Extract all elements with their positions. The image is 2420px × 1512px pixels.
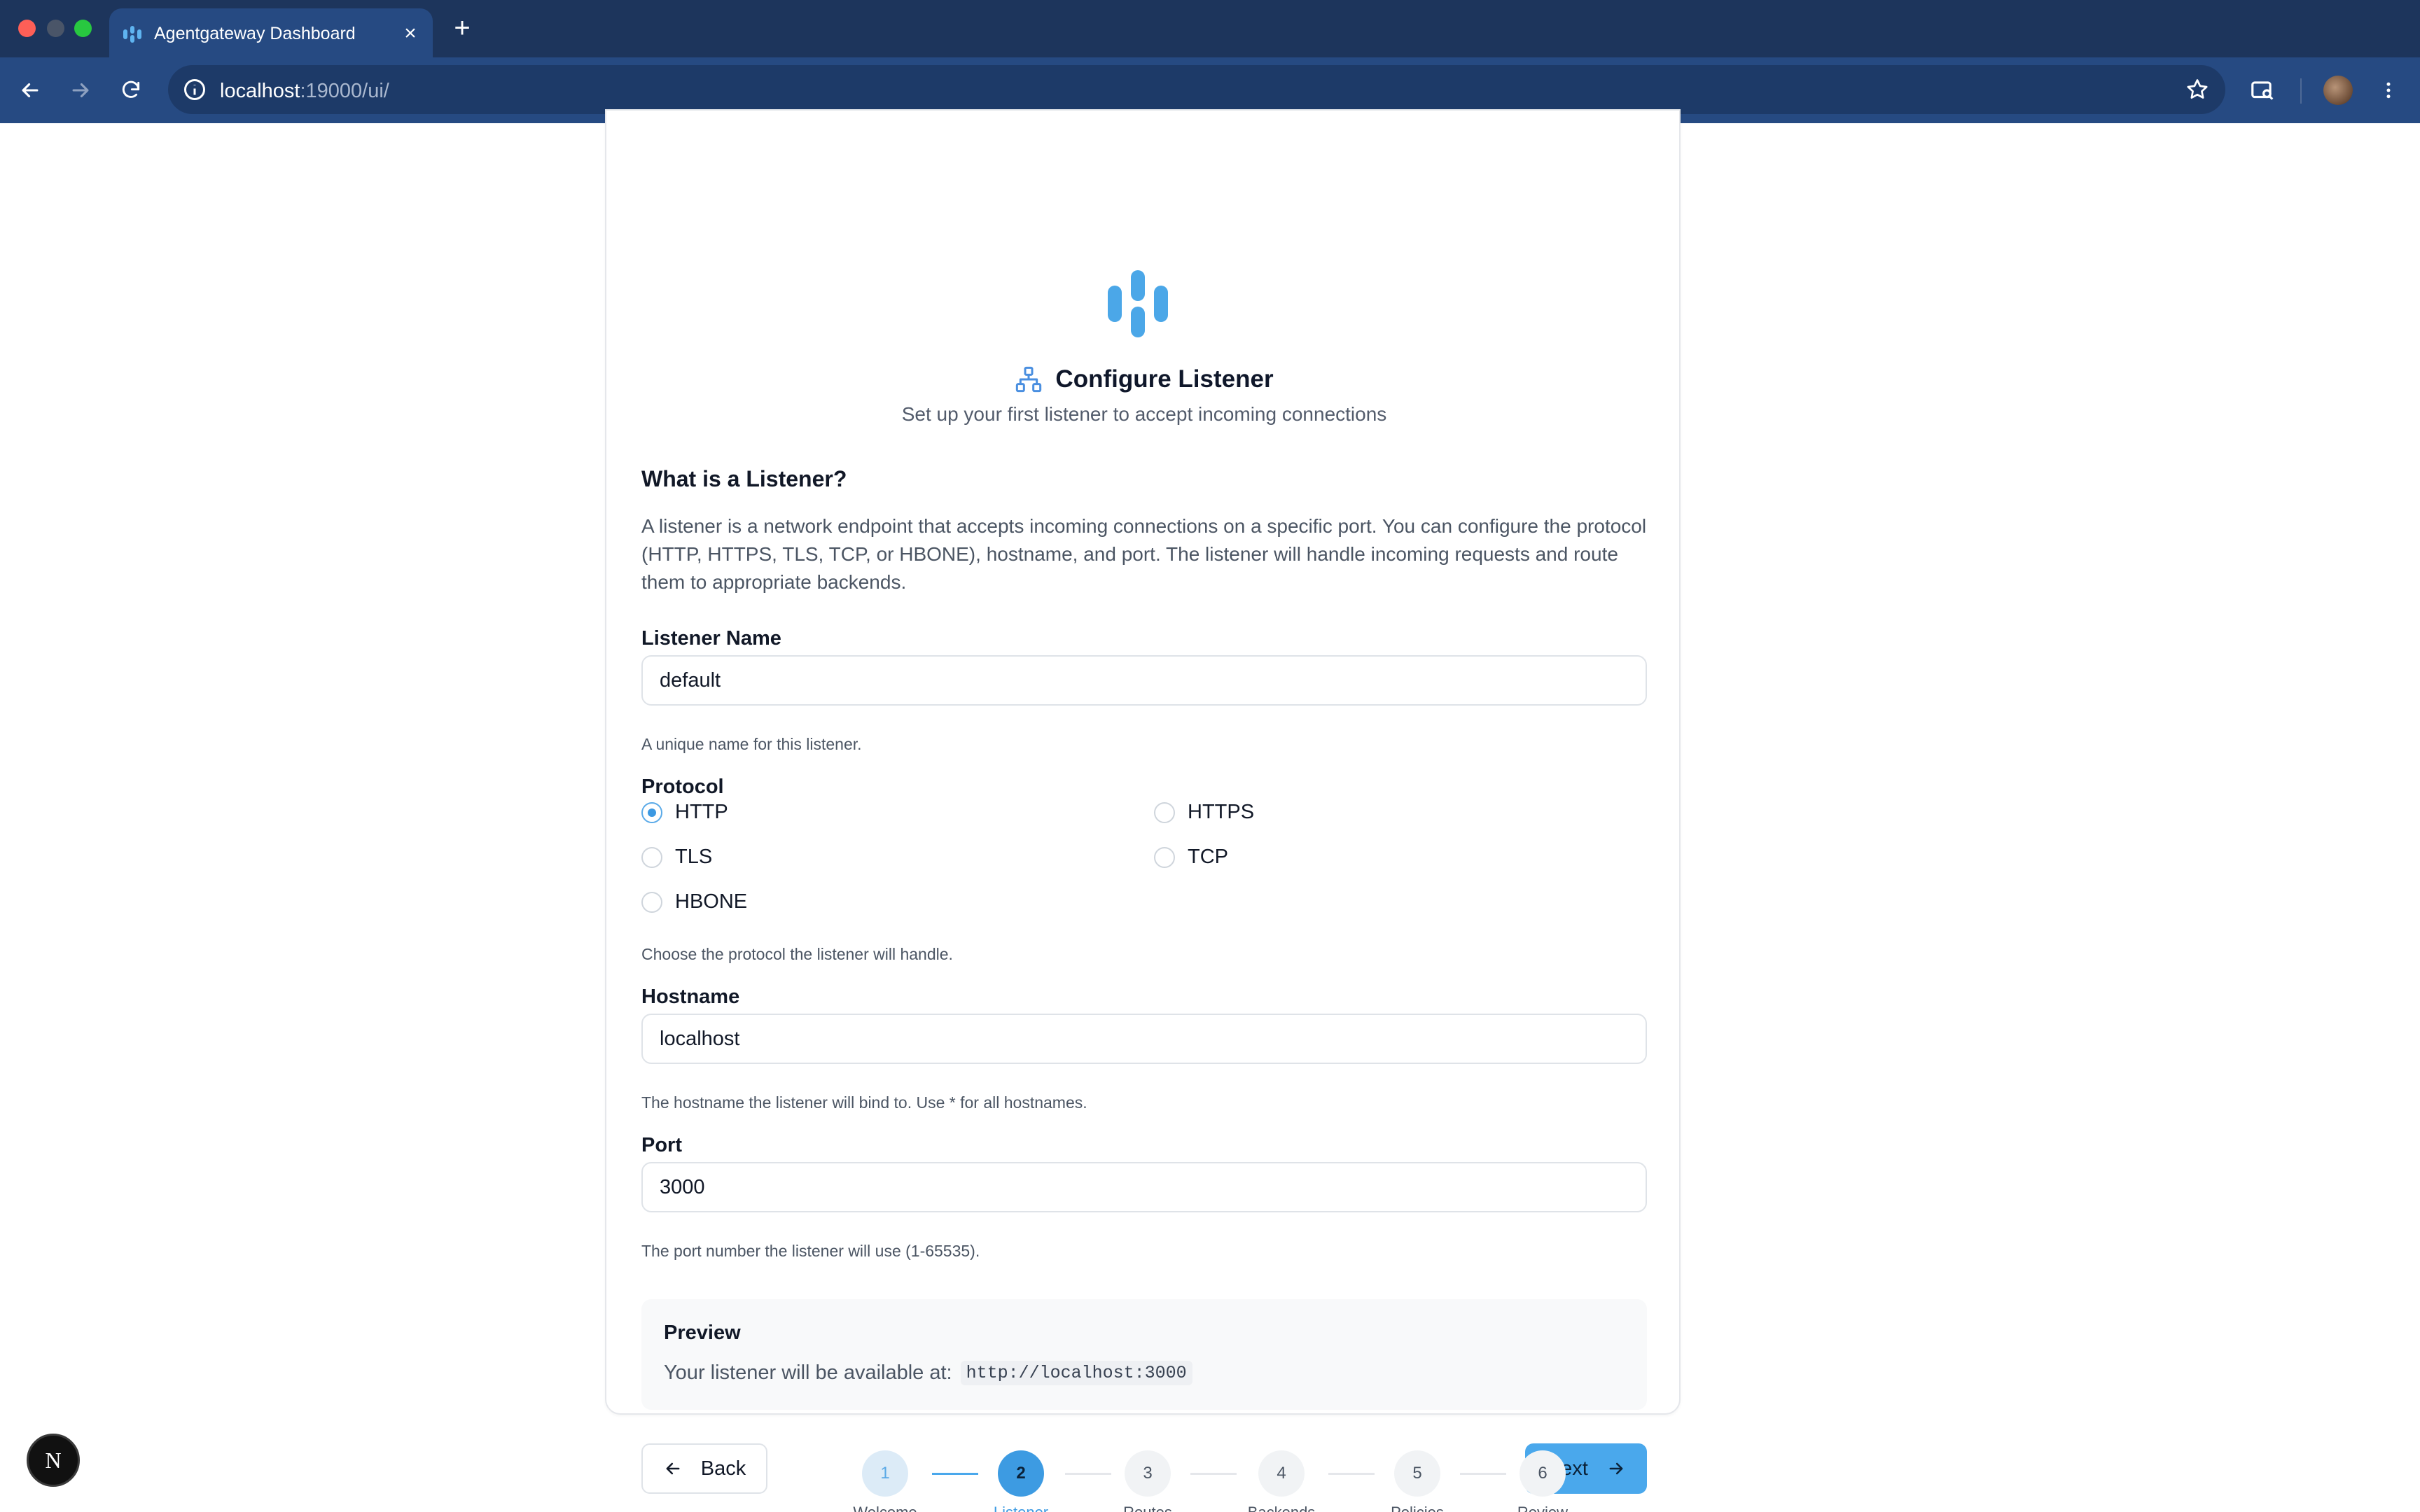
step-2-circle[interactable]: 2 [998, 1450, 1044, 1497]
port-input[interactable]: 3000 [641, 1162, 1647, 1212]
back-button[interactable]: Back [641, 1443, 767, 1494]
preview-panel: Preview Your listener will be available … [641, 1299, 1647, 1410]
step-4-label: Backends [1225, 1504, 1337, 1512]
card-heading: Configure Listener [606, 365, 1682, 393]
address-bar[interactable]: localhost:19000/ui/ [168, 65, 2225, 114]
setup-wizard-card: Configure Listener Set up your first lis… [605, 109, 1682, 1494]
step-6-label: Review [1487, 1504, 1599, 1512]
port-help: The port number the listener will use (1… [641, 1242, 980, 1260]
protocol-label: Protocol [641, 776, 724, 798]
radio-button[interactable] [641, 802, 662, 823]
preview-text: Your listener will be available at: http… [664, 1361, 1192, 1385]
step-connector [1065, 1473, 1111, 1475]
step-connector [932, 1473, 978, 1475]
back-button-label: Back [700, 1457, 746, 1480]
tab-search-button[interactable] [2245, 73, 2280, 108]
back-nav-button[interactable] [13, 73, 48, 108]
toolbar-separator [2300, 78, 2302, 104]
agentgateway-logo-icon [1108, 270, 1168, 337]
tab-search-icon [2251, 81, 2274, 100]
step-connector [1190, 1473, 1237, 1475]
arrow-right-icon [72, 83, 89, 98]
browser-menu-button[interactable] [2371, 73, 2406, 108]
forward-nav-button[interactable] [63, 73, 98, 108]
radio-label: HTTP [675, 801, 728, 823]
step-2-label: Listener [965, 1504, 1077, 1512]
tab-title: Agentgateway Dashboard [154, 24, 356, 43]
protocol-option-http[interactable]: HTTP [641, 801, 728, 824]
port-label: Port [641, 1134, 682, 1156]
protocol-help: Choose the protocol the listener will ha… [641, 945, 953, 963]
radio-button[interactable] [641, 846, 662, 868]
more-vertical-icon [2386, 82, 2391, 99]
radio-label: TCP [1188, 846, 1228, 868]
hostname-help: The hostname the listener will bind to. … [641, 1093, 1087, 1112]
tab-close-icon[interactable]: × [398, 21, 423, 46]
agentgateway-favicon-icon [123, 26, 141, 43]
nextjs-dev-badge[interactable]: N [27, 1434, 80, 1487]
url-text: localhost:19000/ui/ [220, 80, 389, 102]
radio-label: TLS [675, 846, 713, 868]
reload-icon [122, 80, 140, 98]
intro-description: A listener is a network endpoint that ac… [641, 515, 1647, 593]
minimize-window-button[interactable] [47, 20, 64, 37]
preview-label: Your listener will be available at: [664, 1362, 952, 1384]
radio-label: HBONE [675, 890, 748, 913]
new-tab-button[interactable]: + [447, 13, 478, 43]
close-window-button[interactable] [18, 20, 36, 37]
step-connector [1460, 1473, 1506, 1475]
page-subtitle: Set up your first listener to accept inc… [901, 403, 1387, 425]
reload-button[interactable] [113, 73, 148, 108]
protocol-option-https[interactable]: HTTPS [1154, 801, 1254, 824]
listener-name-input[interactable]: default [641, 655, 1647, 706]
step-6-circle[interactable]: 6 [1520, 1450, 1566, 1497]
radio-button[interactable] [1154, 802, 1175, 823]
radio-button[interactable] [641, 891, 662, 913]
step-3-label: Routes [1092, 1504, 1204, 1512]
bookmark-star-icon[interactable] [2185, 77, 2210, 102]
arrow-left-icon [666, 1462, 680, 1475]
maximize-window-button[interactable] [74, 20, 92, 37]
step-3-circle[interactable]: 3 [1125, 1450, 1171, 1497]
intro-title: What is a Listener? [641, 466, 847, 491]
listener-name-help: A unique name for this listener. [641, 735, 862, 753]
step-4-circle[interactable]: 4 [1258, 1450, 1305, 1497]
protocol-option-tls[interactable]: TLS [641, 846, 712, 869]
page-title: Configure Listener [1055, 365, 1274, 393]
radio-label: HTTPS [1188, 801, 1255, 823]
hostname-label: Hostname [641, 986, 740, 1008]
site-info-icon[interactable] [182, 77, 207, 102]
profile-avatar[interactable] [2323, 76, 2353, 105]
preview-url: http://localhost:3000 [960, 1361, 1192, 1385]
hostname-input[interactable]: localhost [641, 1014, 1647, 1064]
step-5-circle[interactable]: 5 [1394, 1450, 1440, 1497]
preview-title: Preview [664, 1322, 741, 1344]
protocol-option-tcp[interactable]: TCP [1154, 846, 1228, 869]
step-1-label: Welcome [829, 1504, 941, 1512]
arrow-right-icon [1609, 1462, 1623, 1475]
browser-tab[interactable]: Agentgateway Dashboard × [109, 8, 433, 57]
step-1-circle[interactable]: 1 [862, 1450, 908, 1497]
browser-titlebar: Agentgateway Dashboard × + [0, 0, 2420, 57]
step-connector [1328, 1473, 1375, 1475]
radio-button[interactable] [1154, 846, 1175, 868]
listener-name-label: Listener Name [641, 627, 781, 650]
protocol-option-hbone[interactable]: HBONE [641, 890, 747, 913]
page-content: Configure Listener Set up your first lis… [0, 109, 2420, 1512]
step-5-label: Policies [1361, 1504, 1473, 1512]
arrow-left-icon [22, 83, 39, 98]
network-icon [1016, 366, 1042, 393]
